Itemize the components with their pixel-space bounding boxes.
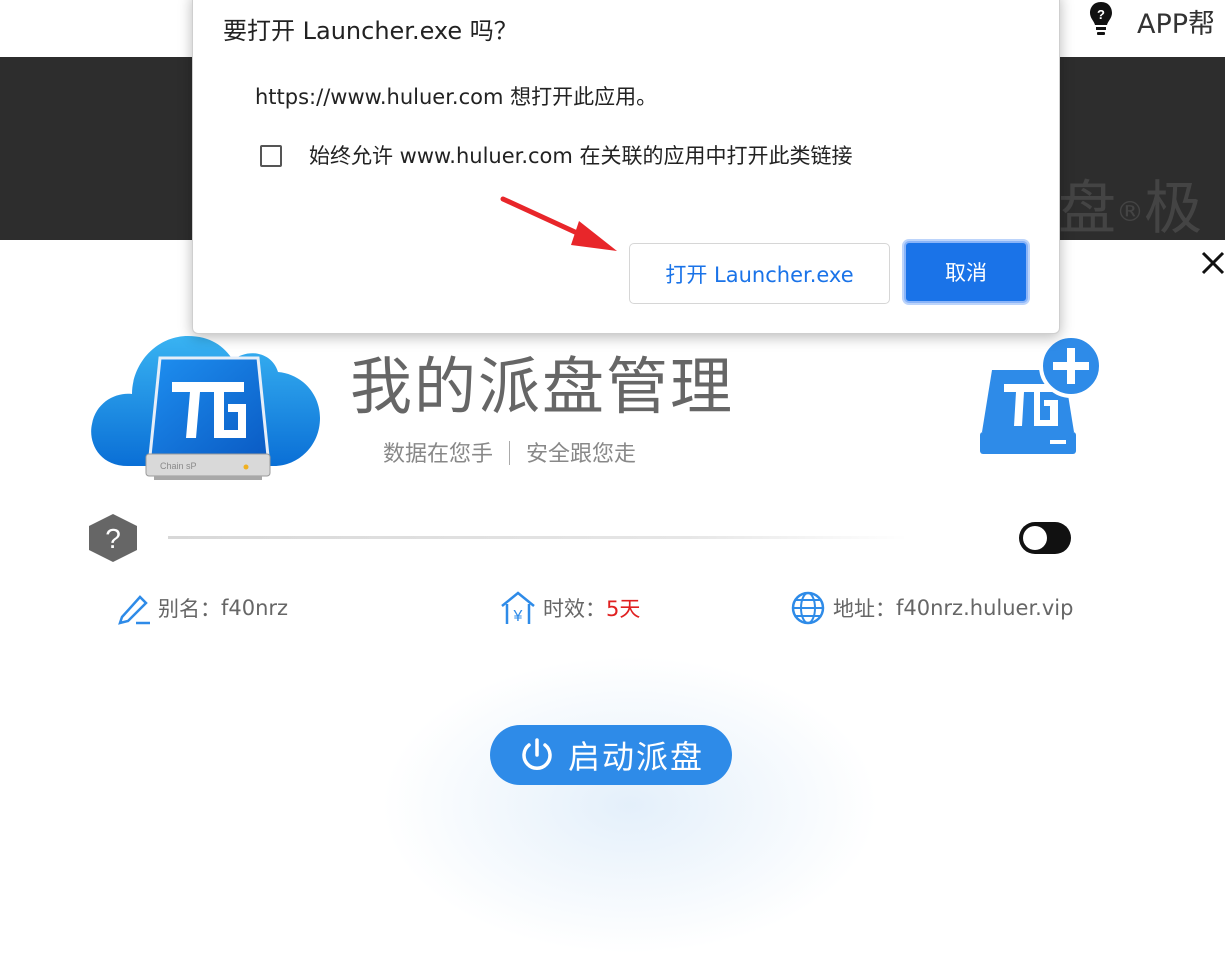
toggle-knob [1023, 526, 1047, 550]
open-app-dialog: 要打开 Launcher.exe 吗？ https://www.huluer.c… [192, 0, 1060, 334]
help-hexagon-icon[interactable]: ? [87, 513, 139, 563]
cancel-button[interactable]: 取消 [904, 241, 1028, 303]
power-icon [522, 738, 552, 770]
page-subtitle: 数据在您手 安全跟您走 [383, 441, 637, 467]
paidisk-logo: Chain sP [91, 336, 320, 480]
dialog-message: https://www.huluer.com 想打开此应用。 [255, 85, 658, 109]
divider-line [168, 536, 908, 539]
svg-text:?: ? [105, 523, 121, 554]
open-launcher-button[interactable]: 打开 Launcher.exe [629, 243, 890, 304]
always-allow-checkbox[interactable] [260, 145, 282, 167]
globe-icon [791, 591, 825, 625]
pencil-icon [118, 595, 150, 625]
page-title: 我的派盘管理 [350, 350, 735, 423]
start-drive-button[interactable]: 启动派盘 [490, 725, 732, 785]
alias-info: 别名： f40nrz [116, 590, 288, 626]
lightbulb-icon[interactable]: ? [1088, 0, 1114, 38]
add-drive-icon[interactable] [978, 334, 1103, 456]
drive-toggle[interactable] [1019, 522, 1071, 554]
svg-text:Chain sP: Chain sP [160, 461, 197, 471]
validity-info: ¥ 时效： 5天 [499, 590, 640, 626]
panel-glow [380, 655, 880, 955]
address-info: 地址： f40nrz.huluer.vip [789, 590, 1073, 626]
yen-house-icon: ¥ [501, 591, 535, 625]
hero-title: 盘®极 [1058, 174, 1203, 242]
svg-text:¥: ¥ [513, 608, 523, 625]
close-icon[interactable] [1198, 248, 1225, 278]
app-help-link[interactable]: APP帮 [1137, 2, 1215, 41]
dialog-title: 要打开 Launcher.exe 吗？ [223, 17, 518, 45]
svg-text:?: ? [1097, 7, 1105, 22]
always-allow-label[interactable]: 始终允许 www.huluer.com 在关联的应用中打开此类链接 [309, 140, 853, 170]
